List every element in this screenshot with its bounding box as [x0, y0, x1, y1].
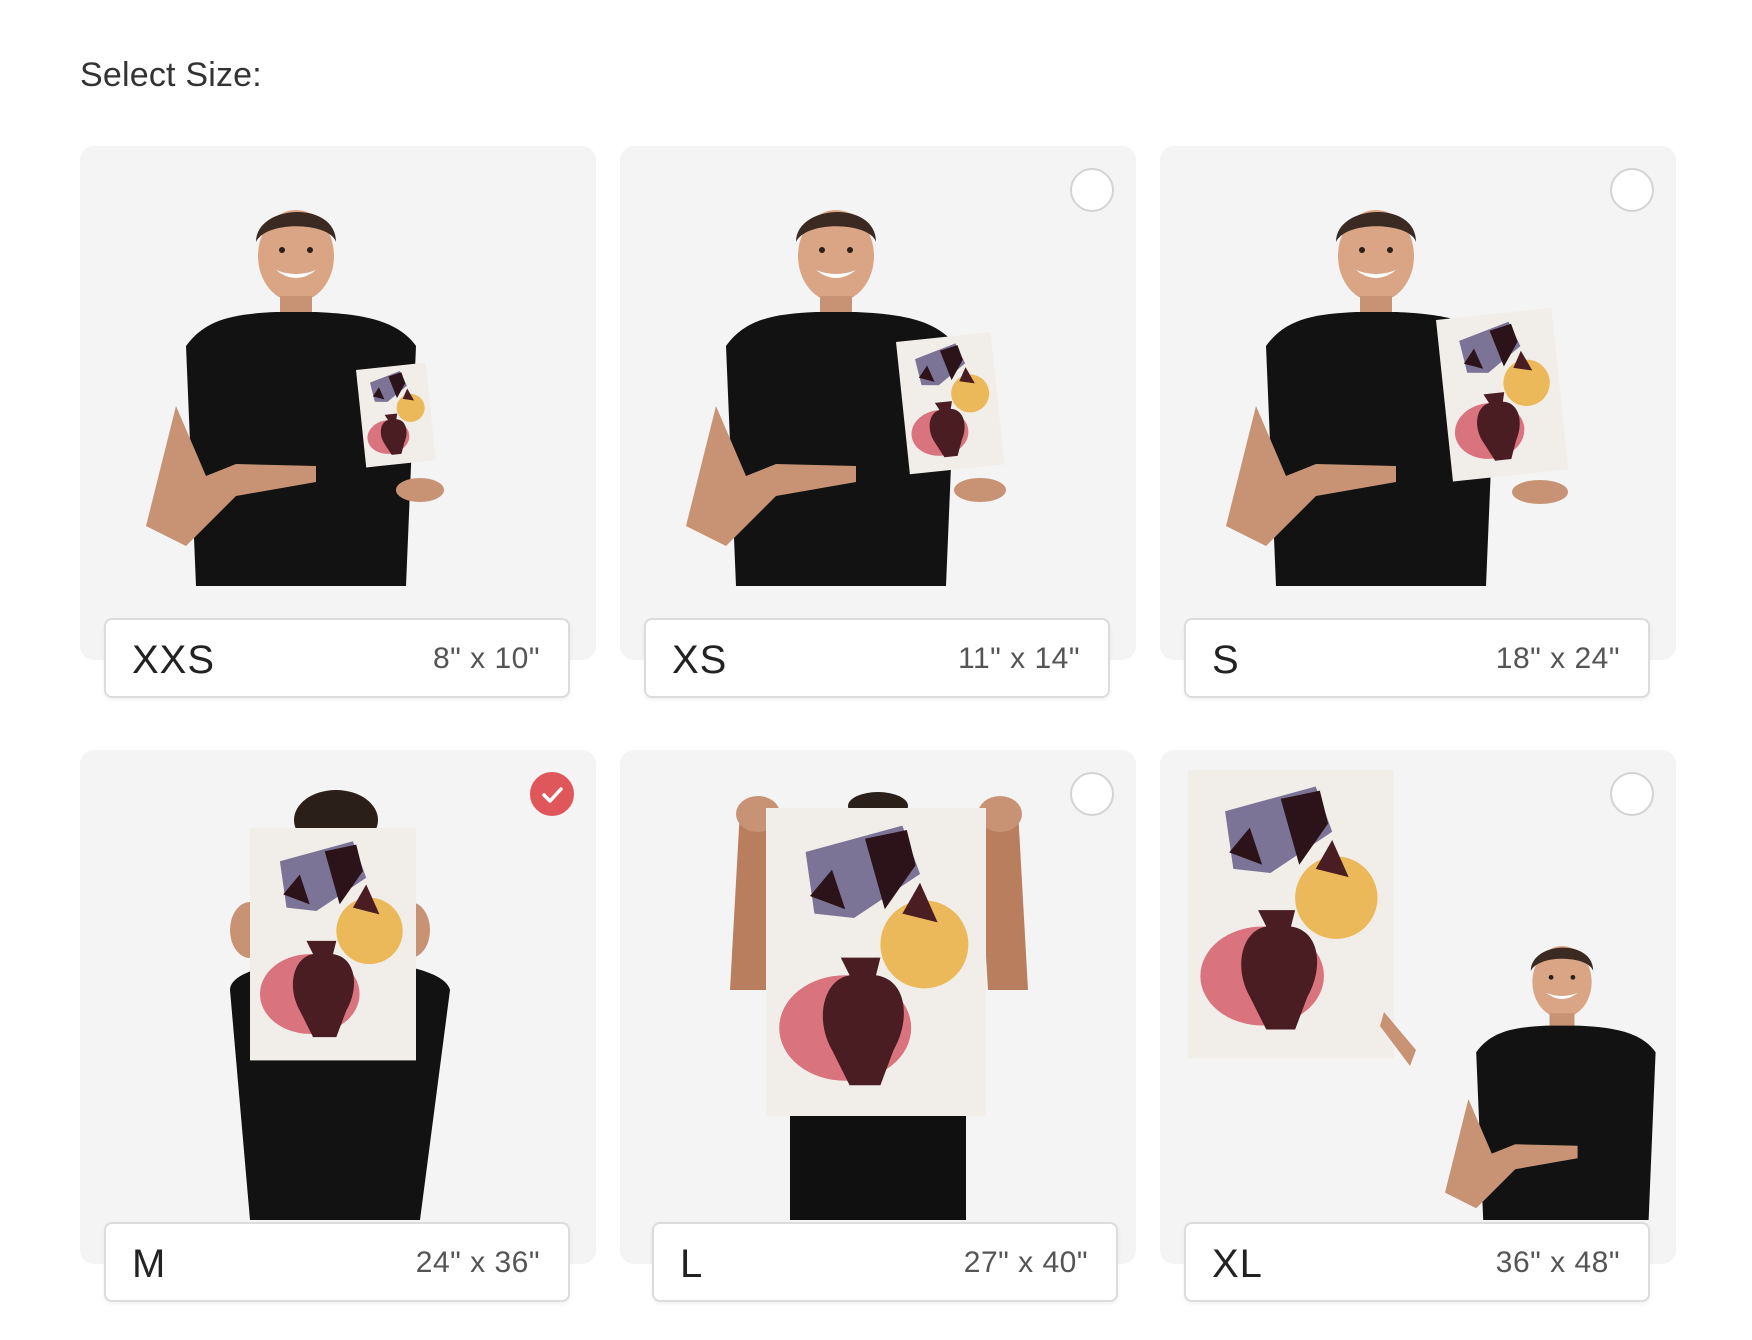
size-option-s[interactable]: S 18" x 24"	[1160, 146, 1676, 698]
checkmark-icon[interactable]	[530, 772, 574, 816]
size-dimensions: 27" x 40"	[963, 1246, 1088, 1279]
size-label: S 18" x 24"	[1184, 618, 1650, 698]
size-option-xxs[interactable]: XXS 8" x 10"	[80, 146, 596, 698]
size-label: L 27" x 40"	[652, 1222, 1118, 1302]
size-label: XS 11" x 14"	[644, 618, 1110, 698]
radio-circle-icon[interactable]	[1610, 168, 1654, 212]
size-selector-page: Select Size: XXS 8" x 10" XS 11" x 14" S…	[0, 0, 1752, 1340]
size-name: XL	[1212, 1242, 1263, 1286]
size-dimensions: 36" x 48"	[1495, 1246, 1620, 1279]
radio-circle-icon[interactable]	[1070, 772, 1114, 816]
product-preview-image	[80, 750, 596, 1220]
product-preview-image	[1160, 750, 1676, 1220]
size-name: XS	[672, 638, 728, 682]
product-preview-image	[620, 146, 1136, 616]
radio-circle-icon[interactable]	[1610, 772, 1654, 816]
size-name: M	[132, 1242, 167, 1286]
size-label: XXS 8" x 10"	[104, 618, 570, 698]
product-preview-image	[80, 146, 596, 616]
radio-circle-icon[interactable]	[1070, 168, 1114, 212]
size-name: S	[1212, 638, 1240, 682]
size-option-xl[interactable]: XL 36" x 48"	[1160, 750, 1676, 1302]
size-option-xs[interactable]: XS 11" x 14"	[620, 146, 1136, 698]
product-preview-image	[1160, 146, 1676, 616]
size-dimensions: 11" x 14"	[958, 642, 1080, 675]
select-size-heading: Select Size:	[80, 56, 262, 94]
size-dimensions: 24" x 36"	[415, 1246, 540, 1279]
product-preview-image	[620, 750, 1136, 1220]
size-name: L	[680, 1242, 704, 1286]
size-option-m[interactable]: M 24" x 36"	[80, 750, 596, 1302]
size-dimensions: 18" x 24"	[1495, 642, 1620, 675]
size-dimensions: 8" x 10"	[432, 642, 540, 675]
size-label: XL 36" x 48"	[1184, 1222, 1650, 1302]
size-name: XXS	[132, 638, 216, 682]
size-option-l[interactable]: L 27" x 40"	[620, 750, 1136, 1302]
size-label: M 24" x 36"	[104, 1222, 570, 1302]
